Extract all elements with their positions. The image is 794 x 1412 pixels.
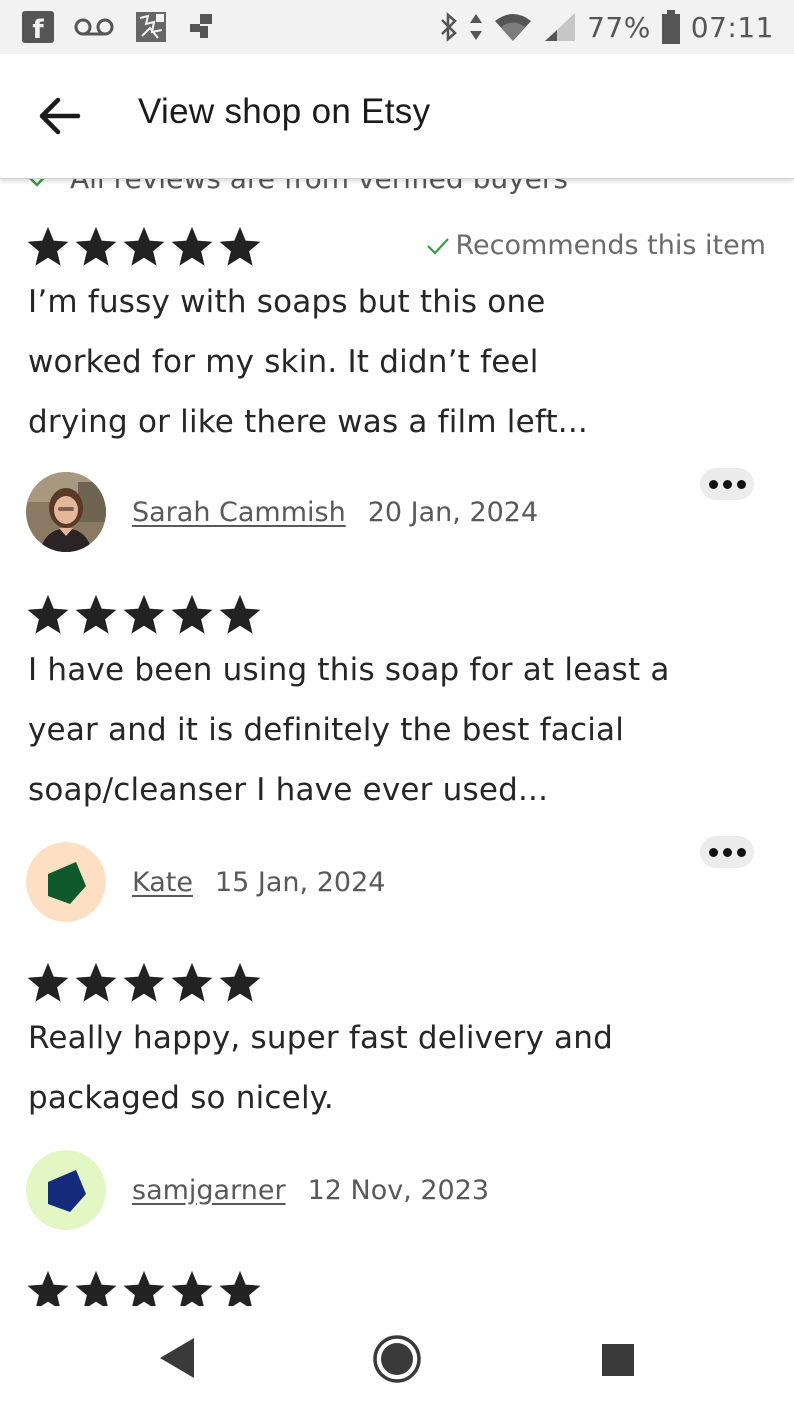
verified-buyers-note: All reviews are from verified buyers (28, 178, 568, 195)
recommends-label: Recommends this item (455, 230, 767, 261)
star-icon (219, 1270, 261, 1306)
star-icon (75, 594, 117, 634)
more-options-button[interactable] (700, 836, 754, 868)
star-icon (171, 962, 213, 1002)
review-text: I’m fussy with soaps but this one worked… (28, 284, 588, 440)
back-triangle-icon[interactable] (156, 1336, 196, 1380)
app-bar: View shop on Etsy (0, 54, 794, 179)
reviews-list[interactable]: All reviews are from verified buyers Rec… (0, 178, 794, 1306)
review-text: Really happy, super fast delivery and pa… (28, 1020, 613, 1116)
pentagon-avatar-icon[interactable] (26, 842, 106, 922)
reviewer-name-link[interactable]: Kate (132, 867, 193, 898)
reviewer-info: Kate 15 Jan, 2024 (26, 842, 385, 922)
signal-icon (545, 13, 576, 41)
arrow-left-icon (39, 97, 81, 135)
battery-icon (661, 10, 680, 44)
system-nav-bar (0, 1306, 794, 1412)
more-dot-icon (708, 479, 718, 489)
clock: 07:11 (690, 10, 774, 44)
star-icon (123, 594, 165, 634)
home-circle-icon[interactable] (372, 1334, 422, 1384)
star-icon (219, 962, 261, 1002)
recents-square-icon[interactable] (600, 1342, 636, 1378)
facebook-icon: f (22, 11, 54, 43)
star-icon (75, 1270, 117, 1306)
star-icon (75, 226, 117, 266)
more-dot-icon (722, 847, 732, 857)
status-bar-right-icons: 77% 07:11 (439, 8, 774, 46)
star-rating (26, 226, 262, 268)
star-icon (123, 962, 165, 1002)
star-icon (123, 226, 165, 266)
battery-percentage: 77% (587, 10, 651, 44)
reviewer-name-link[interactable]: Sarah Cammish (132, 497, 346, 528)
star-rating (26, 1270, 262, 1306)
star-icon (171, 594, 213, 634)
verified-buyers-label: All reviews are from verified buyers (70, 178, 568, 195)
star-icon (75, 962, 117, 1002)
bluetooth-icon (441, 12, 457, 42)
review-date: 12 Nov, 2023 (307, 1174, 490, 1206)
review-date: 15 Jan, 2024 (214, 866, 386, 898)
star-rating (26, 962, 262, 1004)
star-icon (171, 226, 213, 266)
star-icon (219, 226, 261, 266)
more-dot-icon (736, 847, 746, 857)
star-rating (26, 594, 262, 636)
more-dot-icon (736, 479, 746, 489)
review-date: 20 Jan, 2024 (367, 496, 539, 528)
reviewer-name-link[interactable]: samjgarner (132, 1175, 286, 1206)
recommends-badge: Recommends this item (426, 230, 767, 261)
reviewer-info: Sarah Cammish 20 Jan, 2024 (26, 472, 538, 552)
star-icon (27, 1270, 69, 1306)
wifi-icon (495, 14, 532, 41)
photo-app-icon (136, 12, 166, 42)
more-dot-icon (708, 847, 718, 857)
star-icon (27, 594, 69, 634)
star-icon (171, 1270, 213, 1306)
reviewer-info: samjgarner 12 Nov, 2023 (26, 1150, 489, 1230)
status-bar-left-icons: f (22, 10, 216, 44)
page-title: View shop on Etsy (138, 92, 431, 131)
pentagon-avatar-icon[interactable] (26, 1150, 106, 1230)
star-icon (219, 594, 261, 634)
star-icon (123, 1270, 165, 1306)
check-icon (426, 237, 449, 255)
reviewer-avatar[interactable] (26, 472, 106, 552)
star-icon (27, 962, 69, 1002)
more-options-button[interactable] (700, 468, 754, 500)
more-dot-icon (722, 479, 732, 489)
review-text: I have been using this soap for at least… (28, 652, 670, 808)
voicemail-icon (74, 18, 114, 36)
check-icon (29, 178, 45, 187)
star-icon (27, 226, 69, 266)
app-grid-icon (190, 14, 212, 38)
back-button[interactable] (32, 92, 88, 140)
status-bar: f 77% 07:11 (0, 0, 794, 54)
data-arrows-icon (470, 14, 483, 40)
